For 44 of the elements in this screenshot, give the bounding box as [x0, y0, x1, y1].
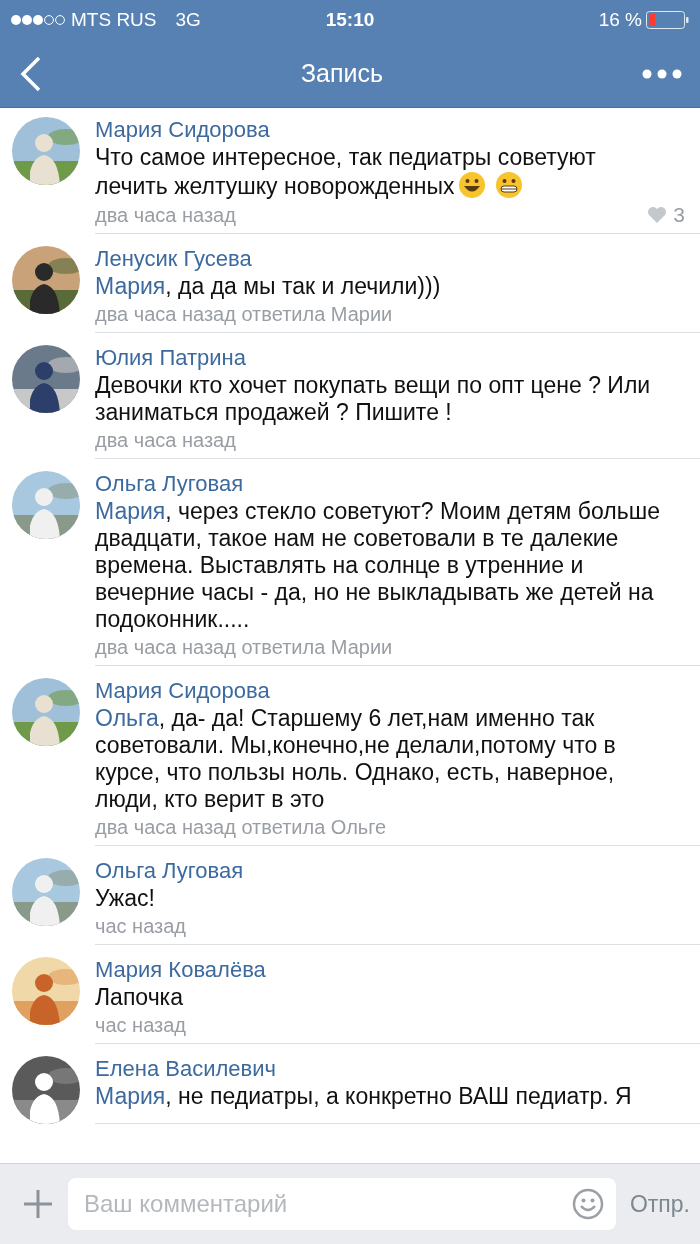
- smiley-icon[interactable]: [571, 1188, 604, 1220]
- grimacing-face-icon: [494, 171, 523, 199]
- comment-meta: два часа назад ответила Марии: [95, 636, 393, 659]
- comment-meta: два часа назад ответила Марии: [95, 303, 393, 326]
- comment-meta: час назад: [95, 915, 186, 938]
- more-button[interactable]: [642, 68, 682, 79]
- comment-field[interactable]: Ваш комментарий: [68, 1178, 616, 1230]
- reply-mention-link[interactable]: Мария: [95, 1083, 166, 1109]
- comment-text: Девочки кто хочет покупать вещи по опт цене ? Или заниматься продажей ? Пишите !: [95, 372, 652, 426]
- screen-title: Запись: [301, 59, 383, 88]
- comment-text: Лапочка: [95, 984, 184, 1011]
- author-name[interactable]: Ленусик Гусева: [95, 245, 660, 273]
- comment-meta: два часа назад ответила Ольге: [95, 816, 387, 839]
- comment-text: Ольга, да- да! Старшему 6 лет,нам именно так советовали. Мы,конечно,не делали,потому что в курсе, что пользы ноль. Однако, есть, наверное, люди, кто верит в это: [95, 705, 617, 813]
- author-name[interactable]: Елена Василевич: [95, 1055, 660, 1083]
- grinning-face-icon: [457, 171, 486, 199]
- author-name[interactable]: Ольга Луговая: [95, 857, 660, 885]
- comment-text: Мария, не педиатры, а конкретно ВАШ педиатр. Я: [95, 1083, 633, 1110]
- comment-text: Ужас!: [95, 885, 156, 912]
- clock-time: 15:10: [325, 9, 375, 31]
- comment-text: Мария, через стекло советуют? Моим детям больше двадцати, такое нам не советовали в те далекие времена. Выставлять на солнце в утренние и вечерние часы - да, но не выкладывать же детей на подоконник.....: [95, 498, 660, 633]
- author-name[interactable]: Мария Ковалёва: [95, 956, 660, 984]
- comment-input-field[interactable]: Ваш комментарий: [82, 1189, 566, 1219]
- heart-icon: [647, 206, 668, 224]
- network-type: 3G: [175, 9, 201, 31]
- carrier-name: MTS RUS: [71, 9, 157, 31]
- reply-mention-link[interactable]: Ольга: [95, 705, 159, 731]
- signal-icon: [10, 14, 66, 26]
- attach-button[interactable]: [22, 1188, 54, 1220]
- battery-percent: 16 %: [598, 9, 642, 31]
- send-button[interactable]: Отпр.: [629, 1190, 690, 1218]
- comment-meta: два часа назад: [95, 203, 236, 227]
- author-name[interactable]: Мария Сидорова: [95, 116, 660, 144]
- comment-text: Что самое интересное, так педиатры советуют лечить желтушку новорожденных: [95, 144, 597, 200]
- author-name[interactable]: Мария Сидорова: [95, 677, 660, 705]
- comment-meta: два часа назад: [95, 429, 236, 452]
- battery-icon: [646, 11, 690, 29]
- back-button[interactable]: [20, 55, 42, 92]
- reply-mention-link[interactable]: Мария: [95, 498, 166, 524]
- reply-mention-link[interactable]: Мария: [95, 273, 166, 299]
- comment-text: Мария, да да мы так и лечили))): [95, 273, 442, 300]
- author-name[interactable]: Юлия Патрина: [95, 344, 660, 372]
- author-name[interactable]: Ольга Луговая: [95, 470, 660, 498]
- comment-meta: час назад: [95, 1014, 186, 1037]
